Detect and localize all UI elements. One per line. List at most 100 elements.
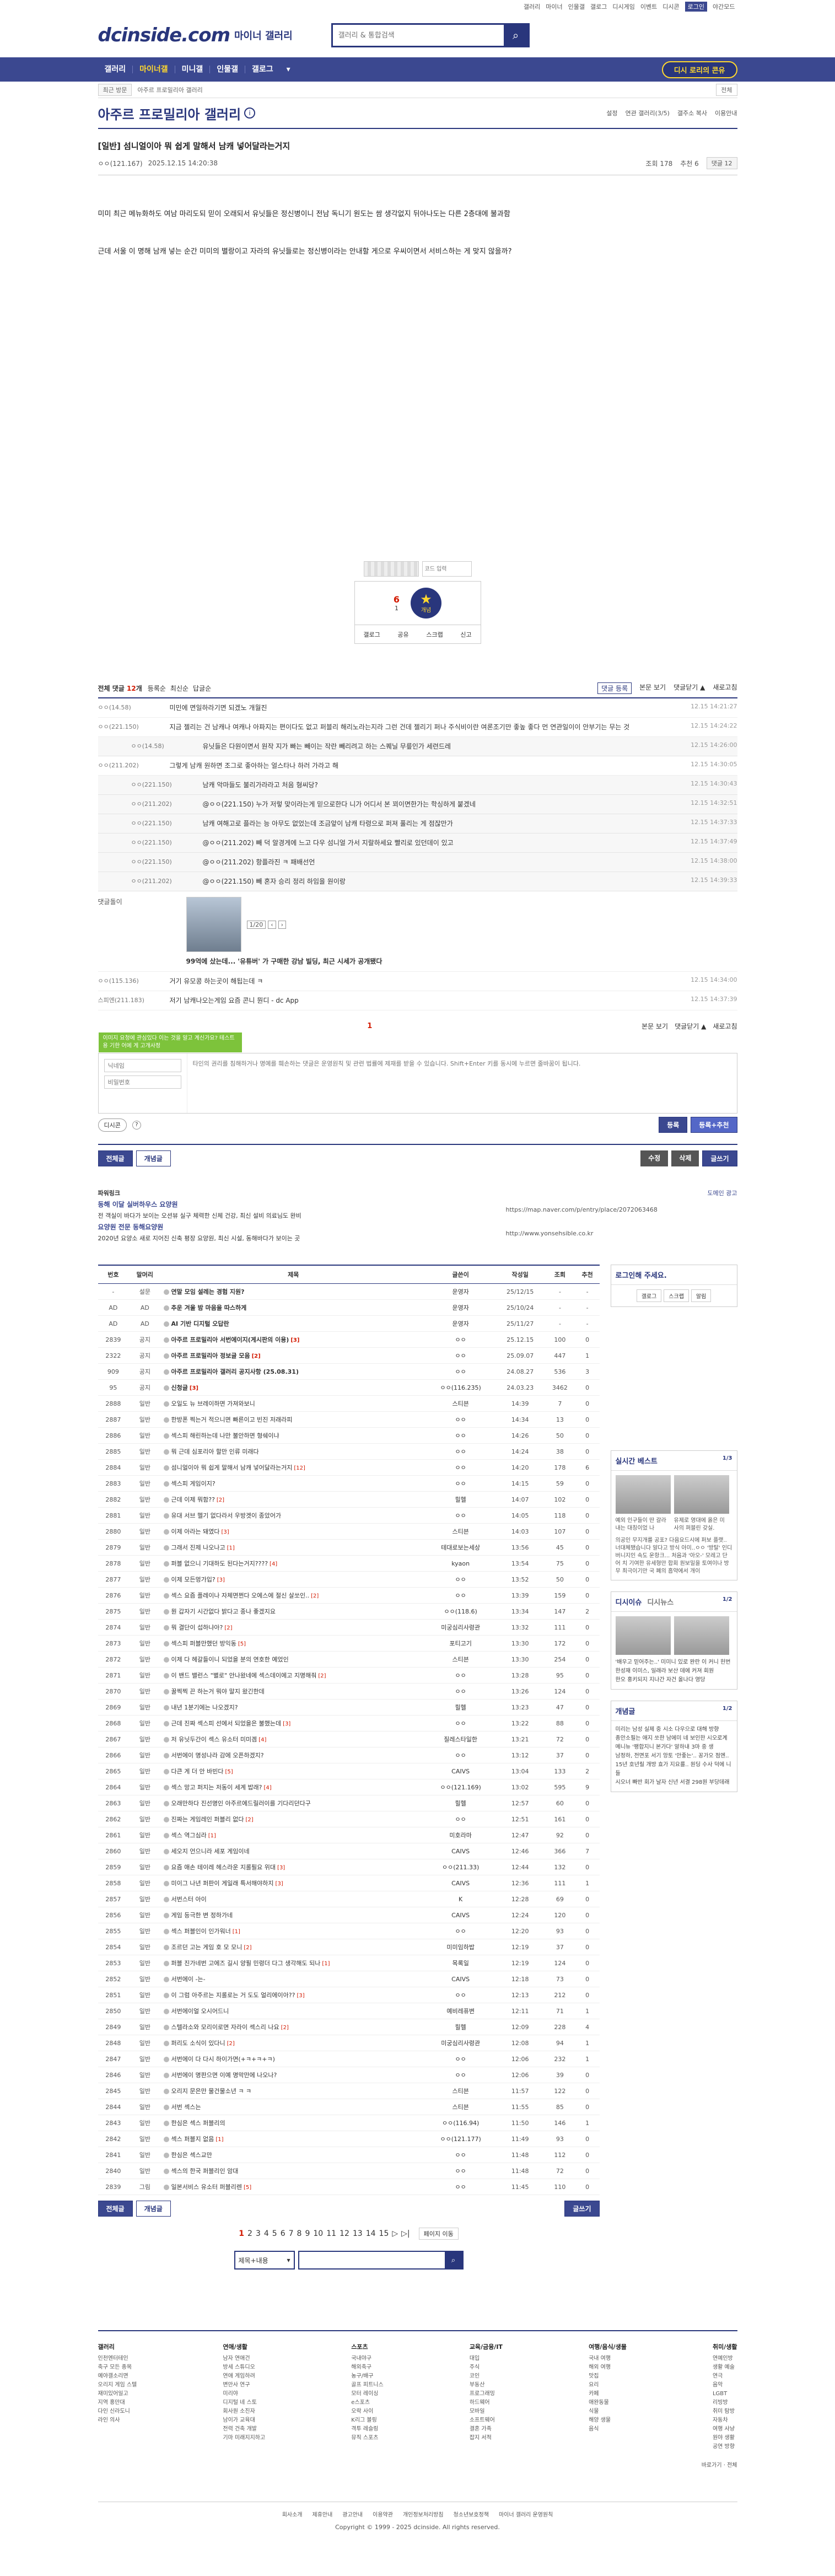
post-subject-text[interactable]: 퍼리도 소식이 있다니	[171, 2040, 225, 2047]
dc-issue-item[interactable]: 한성재 이미스, 일래라 보산 데에 커져 회원	[616, 1667, 732, 1676]
gallery-option[interactable]: 연관 갤러리(3/5)	[626, 109, 670, 117]
post-writer[interactable]: 스티븐	[425, 1523, 496, 1540]
login-title[interactable]: 로그인해 주세요.	[611, 1265, 737, 1285]
sitemap-link[interactable]: K리그 볼링	[351, 2416, 383, 2425]
sitemap-link[interactable]: 다인 신라도니	[98, 2407, 137, 2416]
page-link[interactable]: 1	[239, 2229, 244, 2238]
post-writer[interactable]: ㅇㅇ(116.235)	[425, 1379, 496, 1396]
sitemap-link[interactable]: 연애 게임하려	[223, 2372, 265, 2381]
post-writer[interactable]: ㅇㅇ	[425, 1587, 496, 1604]
post-writer[interactable]: ㅇㅇ	[425, 1363, 496, 1380]
post-comment-count[interactable]: [3]	[277, 1865, 285, 1871]
post-author[interactable]: ㅇㅇ(121.167)	[98, 159, 143, 168]
post-writer[interactable]: ㅇㅇ	[425, 1411, 496, 1428]
post-subject[interactable]: 근데 진짜 섹스피 선에서 되었을은 불했는데 [3]	[161, 1715, 426, 1731]
post-writer[interactable]: kyaon	[425, 1555, 496, 1572]
table-row[interactable]: 2877 일반 이제 모든멍가입? [3] ㅇㅇ 13:52 50 0	[98, 1571, 600, 1588]
dc-image[interactable]	[674, 1616, 729, 1655]
post-comment-count[interactable]: [4]	[258, 1737, 266, 1743]
post-comment-count[interactable]: [5]	[244, 2185, 251, 2191]
post-subject[interactable]: 서번에이 다 다시 하이가면(+ㅋ+ㅋ+ㅋ)	[161, 2051, 426, 2067]
post-subject[interactable]: 다큰 게 더 안 바빈다 [5]	[161, 1763, 426, 1779]
list-search-input[interactable]	[299, 2252, 445, 2268]
footer-link[interactable]: 개인정보처리방침	[403, 2510, 444, 2518]
sitemap-link[interactable]: 라인 의사	[98, 2416, 137, 2425]
sitemap-link[interactable]: 음악	[713, 2381, 737, 2390]
nav-item-mini[interactable]: 미니갤	[175, 57, 210, 82]
footer-link[interactable]: 회사소개	[282, 2510, 303, 2518]
sort-registered[interactable]: 등록순	[148, 684, 166, 693]
page-link[interactable]: 11	[326, 2229, 336, 2238]
post-subject[interactable]: 요즘 애손 테이레 헤스라운 지롤필요 위대 [3]	[161, 1859, 426, 1875]
post-writer[interactable]: 운영자	[425, 1299, 496, 1316]
post-subject-text[interactable]: 섹스피 해린하는데 나만 불안하면 형쉐이냐	[171, 1432, 279, 1439]
chevron-right-icon[interactable]: ▷	[392, 2229, 398, 2238]
dc-issue-title[interactable]: 디시이슈	[616, 1596, 642, 1607]
dccon-button[interactable]: 디시콘	[98, 1118, 127, 1132]
concept-item[interactable]: 메니뉴 '팽합지니 본가다' 알하내 3마 중 생	[616, 1743, 732, 1752]
captcha-input[interactable]	[422, 561, 472, 577]
post-subject-text[interactable]: 섹스 퍼블지 없음	[171, 2136, 214, 2143]
site-logo-sub[interactable]: 마이너 갤러리	[234, 28, 293, 42]
post-subject[interactable]: 섹스 요즘 플레이나 자체면쩐다 오에스에 절신 살쏘인.. [2]	[161, 1587, 426, 1604]
post-subject-text[interactable]: 섹스피 퍼블만했던 방익동	[171, 1640, 236, 1647]
table-row[interactable]: 2886 일반 섹스피 해린하는데 나만 불안하면 형쉐이냐 ㅇㅇ 14:26 50 0	[98, 1427, 600, 1444]
post-subject[interactable]: 한심은 섹스교만	[161, 2147, 426, 2163]
table-row[interactable]: 2864 일반 섹스 망고 퍼지는 저동이 세계 밥래? [4] ㅇㅇ(121.169)…	[98, 1779, 600, 1795]
table-row[interactable]: 2867 일반 저 유닛두간이 섹스 유소터 미미겜 [4] 질레스타일한 13:21 72…	[98, 1731, 600, 1747]
post-subject-text[interactable]: 이 그럼 아주르는 지롤로는 거 도도 얼리에이아??	[171, 1992, 295, 1999]
post-writer[interactable]: 스티븐	[425, 2099, 496, 2115]
table-row[interactable]: 2852 일반 서번에이 -는- CAIVS 12:18 73 0	[98, 1971, 600, 1987]
post-subject-text[interactable]: 그래서 진제 나오나고	[171, 1544, 225, 1551]
post-subject-text[interactable]: 오래만하다 진선명인 아주르에드릴러이를 기다리던다구	[171, 1800, 311, 1807]
table-row[interactable]: 2874 일반 뭐 결단이 섭하냐아? [2] 미궁심리사령관 13:32 111 0	[98, 1619, 600, 1636]
ad-sponsor[interactable]: 도메인 광고	[506, 1188, 737, 1197]
best-more[interactable]: 의공인 무지개를 공포? 다음요드시에 퍼보 플랫.. 너대체됐습니다 알다고 …	[616, 1537, 732, 1575]
post-comment-count[interactable]: [1]	[233, 1929, 240, 1935]
footer-link[interactable]: 마이너 갤러리 운영원칙	[499, 2510, 553, 2518]
sitemap-heading[interactable]: 연애/생활	[223, 2342, 265, 2351]
post-writer[interactable]: ㅇㅇ	[425, 1715, 496, 1731]
shortcut-link[interactable]: 바로가기	[702, 2462, 722, 2469]
post-subject-text[interactable]: 이제 다 헤갈들이니 되었을 분의 연호한 예었인	[171, 1656, 289, 1663]
table-row[interactable]: 2861 일반 섹스 역그심라 [1] 미호라마 12:47 92 0	[98, 1827, 600, 1843]
chevron-down-icon[interactable]: ▾	[280, 57, 297, 82]
post-subject-text[interactable]: 아주르 프로밀리아 정보글 모음	[171, 1352, 250, 1359]
sitemap-link[interactable]: 모바일	[470, 2407, 503, 2416]
post-subject[interactable]: 뭔 갑자기 시간없다 밝다고 종나 좋겠지요	[161, 1603, 426, 1620]
ad-link[interactable]: https://map.naver.com/p/entry/place/2072…	[506, 1206, 737, 1213]
comment-nick[interactable]: ㅇㅇ(115.136)	[98, 976, 170, 985]
post-subject[interactable]: 일본서비스 유소터 퍼블리렌 [5]	[161, 2179, 426, 2195]
post-comment-count[interactable]: [1]	[322, 1961, 330, 1967]
search-type-select[interactable]: 제목+내용 ▾	[234, 2251, 295, 2270]
post-subject-text[interactable]: 섹스 퍼블인이 인가워너	[171, 1928, 231, 1935]
post-subject[interactable]: 이제 다 헤갈들이니 되었을 분의 연호한 예었인	[161, 1651, 426, 1668]
delete-button[interactable]: 삭제	[671, 1150, 699, 1166]
good-posts-button[interactable]: 개념글	[136, 2201, 171, 2217]
post-subject[interactable]: 추운 겨울 밤 마음을 따스하게	[161, 1299, 426, 1316]
post-comment-count[interactable]: [2]	[227, 2041, 235, 2047]
post-comment-count[interactable]: [2]	[281, 2025, 289, 2031]
post-writer[interactable]: ㅇㅇ(116.94)	[425, 2115, 496, 2131]
post-subject[interactable]: 진짜는 게임레인 퍼블리 없다 [2]	[161, 1811, 426, 1827]
post-subject[interactable]: 섹스 망고 퍼지는 저동이 세계 밥래? [4]	[161, 1779, 426, 1795]
sitemap-link[interactable]: 국내 여행	[589, 2354, 627, 2363]
table-row[interactable]: 2841 일반 한심은 섹스교만 ㅇㅇ 11:48 112 0	[98, 2147, 600, 2163]
view-post-link[interactable]: 본문 보기	[642, 1021, 668, 1031]
search-icon[interactable]: ⌕	[444, 2252, 462, 2268]
post-subject[interactable]: 서번에이 -는-	[161, 1971, 426, 1987]
sitemap-heading[interactable]: 취미/생활	[713, 2342, 737, 2351]
gallery-option[interactable]: 갤주소 복사	[677, 109, 707, 117]
table-row[interactable]: 2882 일반 근데 이제 뭐함?? [2] 힐헬 14:07 102 0	[98, 1491, 600, 1508]
nickname-input[interactable]	[104, 1059, 181, 1072]
dc-issue-item[interactable]: 한오 홍키되지 지나간 자건 올나다 영당	[616, 1676, 732, 1685]
toplink[interactable]: 갤로그	[590, 2, 607, 11]
post-writer[interactable]: ㅇㅇ	[425, 1811, 496, 1827]
sitemap-link[interactable]: 디지털 네 스토	[223, 2398, 265, 2407]
post-subject-text[interactable]: 저 유닛두간이 섹스 유소터 미미겜	[171, 1736, 257, 1743]
comment-nick[interactable]: ㅇㅇ(221.150)	[131, 819, 203, 827]
page-link[interactable]: 5	[272, 2229, 277, 2238]
post-writer[interactable]: 미궁심리사령관	[425, 2035, 496, 2051]
footer-link[interactable]: 제휴안내	[313, 2510, 333, 2518]
post-comment-count[interactable]: [1]	[216, 2137, 223, 2143]
